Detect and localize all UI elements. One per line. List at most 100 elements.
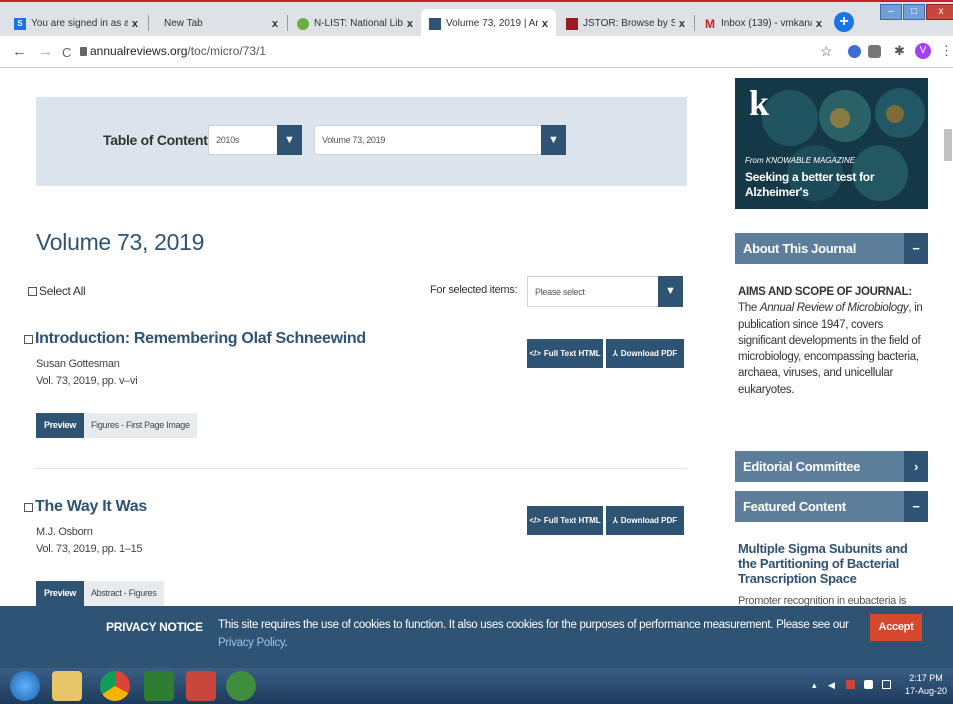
knowable-headline: Seeking a better test for Alzheimer's: [745, 170, 875, 199]
accept-cookies-button[interactable]: Accept: [870, 614, 922, 641]
checkbox-icon: [28, 287, 37, 296]
decade-select[interactable]: 2010s: [208, 125, 278, 155]
browser-tab-6[interactable]: M Inbox (139) - vmkanaba x: [696, 9, 830, 38]
article-checkbox[interactable]: [24, 335, 33, 344]
url-path: /toc/micro/73/1: [187, 44, 267, 58]
download-pdf-button[interactable]: ⅄ Download PDF: [606, 339, 684, 368]
privacy-text: This site requires the use of cookies to…: [218, 616, 858, 652]
collapse-minus-icon[interactable]: −: [904, 491, 928, 522]
privacy-period: .: [284, 637, 288, 649]
start-orb-icon[interactable]: [10, 671, 40, 701]
featured-title: Featured Content: [743, 499, 846, 514]
tab-separator: [694, 15, 695, 31]
reload-icon[interactable]: C: [62, 45, 71, 60]
tab-preview[interactable]: Preview: [36, 581, 84, 606]
decade-chevron-down-icon[interactable]: ▼: [277, 125, 302, 155]
annual-reviews-favicon-icon: [429, 17, 441, 30]
featured-content-header[interactable]: Featured Content −: [735, 491, 928, 522]
volume-chevron-down-icon[interactable]: ▼: [541, 125, 566, 155]
maximize-icon[interactable]: □: [903, 4, 925, 20]
about-journal-header[interactable]: About This Journal −: [735, 233, 928, 264]
download-label: Download PDF: [620, 516, 678, 525]
featured-article-link[interactable]: Multiple Sigma Subunits and the Partitio…: [738, 541, 923, 586]
system-clock[interactable]: 2:17 PM 17-Aug-20: [905, 672, 947, 698]
minimize-icon[interactable]: –: [880, 4, 902, 20]
tray-up-arrow-icon[interactable]: ▴: [812, 680, 821, 690]
chevron-right-icon[interactable]: ›: [904, 451, 928, 482]
new-tab-button[interactable]: +: [834, 12, 854, 32]
profile-avatar[interactable]: V: [915, 43, 931, 59]
browser-tab-1[interactable]: S You are signed in as abc x: [6, 9, 146, 38]
knowable-magazine-promo[interactable]: k From KNOWABLE MAGAZINE Seeking a bette…: [735, 78, 928, 209]
full-text-html-button[interactable]: </> Full Text HTML: [527, 506, 603, 535]
tab-title: Inbox (139) - vmkanaba: [721, 18, 812, 29]
browser-tab-strip: S You are signed in as abc x New Tab x N…: [0, 0, 953, 38]
network-icon[interactable]: [864, 680, 873, 689]
app-icon[interactable]: [226, 671, 256, 701]
browser-tab-2[interactable]: New Tab x: [150, 9, 286, 38]
gmail-favicon-icon: M: [705, 16, 715, 31]
full-text-html-button[interactable]: </> Full Text HTML: [527, 339, 603, 368]
tab-close-icon[interactable]: x: [272, 18, 278, 30]
nlist-favicon-icon: [297, 17, 309, 30]
close-window-icon[interactable]: x: [926, 4, 953, 20]
tab-close-icon[interactable]: x: [542, 18, 548, 30]
aims-label: AIMS AND SCOPE OF JOURNAL:: [738, 286, 912, 298]
forward-icon[interactable]: →: [38, 43, 53, 60]
privacy-policy-link[interactable]: Privacy Policy: [218, 637, 285, 649]
editorial-title: Editorial Committee: [743, 459, 861, 474]
tab-abstract-figures[interactable]: Abstract - Figures: [83, 581, 164, 606]
powerpoint-icon[interactable]: [186, 671, 216, 701]
article-author[interactable]: Susan Gottesman: [36, 358, 120, 370]
collapse-minus-icon[interactable]: −: [904, 233, 928, 264]
download-label: Download PDF: [620, 349, 678, 358]
knowable-source: From KNOWABLE MAGAZINE: [745, 156, 856, 165]
bookmark-star-icon[interactable]: ☆: [820, 43, 833, 60]
download-pdf-button[interactable]: ⅄ Download PDF: [606, 506, 684, 535]
tab-close-icon[interactable]: x: [132, 18, 138, 30]
window-controls: – □ x: [880, 4, 953, 20]
article-title-text[interactable]: Introduction: Remembering Olaf Schneewin…: [35, 330, 366, 347]
article-title[interactable]: The Way It Was: [24, 498, 147, 516]
url-domain: annualreviews.org: [90, 44, 188, 58]
volume-icon[interactable]: ◀: [828, 680, 837, 690]
select-all-checkbox[interactable]: Select All: [28, 284, 86, 298]
scrollbar-thumb[interactable]: [944, 129, 952, 161]
privacy-banner: PRIVACY NOTICE This site requires the us…: [0, 606, 953, 668]
please-select-dropdown[interactable]: Please select: [527, 276, 659, 307]
browser-tab-3[interactable]: N-LIST: National Library x: [289, 9, 421, 38]
file-explorer-icon[interactable]: [52, 671, 82, 701]
tab-figures[interactable]: Figures - First Page Image: [83, 413, 197, 438]
extension-circle-icon[interactable]: [848, 45, 861, 58]
clock-time: 2:17 PM: [909, 673, 943, 683]
tab-separator: [287, 15, 288, 31]
article-author[interactable]: M.J. Osborn: [36, 526, 93, 538]
tab-close-icon[interactable]: x: [679, 18, 685, 30]
article-checkbox[interactable]: [24, 503, 33, 512]
menu-dots-icon[interactable]: ⋮: [940, 43, 953, 59]
url-field[interactable]: annualreviews.org/toc/micro/73/1: [90, 44, 266, 58]
excel-icon[interactable]: [144, 671, 174, 701]
back-icon[interactable]: ←: [12, 43, 27, 60]
pdf-icon: ⅄: [612, 349, 618, 358]
extension-square-icon[interactable]: [868, 45, 881, 58]
please-select-chevron-down-icon[interactable]: ▼: [658, 276, 683, 307]
editorial-committee-header[interactable]: Editorial Committee ›: [735, 451, 928, 482]
notification-icon[interactable]: [882, 680, 891, 689]
pdf-icon: ⅄: [612, 516, 618, 525]
article-title[interactable]: Introduction: Remembering Olaf Schneewin…: [24, 330, 366, 348]
tab-title: JSTOR: Browse by Subje: [583, 18, 675, 29]
tray-app-icon[interactable]: [846, 680, 855, 689]
tab-close-icon[interactable]: x: [407, 18, 413, 30]
browser-tab-active[interactable]: Volume 73, 2019 | Annu x: [421, 9, 556, 38]
full-text-label: Full Text HTML: [543, 349, 601, 358]
toc-label: Table of Contents: [103, 132, 216, 148]
volume-select[interactable]: Volume 73, 2019: [314, 125, 542, 155]
extensions-puzzle-icon[interactable]: ✱: [894, 43, 905, 59]
tab-preview[interactable]: Preview: [36, 413, 84, 438]
tab-close-icon[interactable]: x: [816, 18, 822, 30]
browser-tab-5[interactable]: JSTOR: Browse by Subje x: [558, 9, 693, 38]
article-title-text[interactable]: The Way It Was: [35, 498, 147, 515]
code-icon: </>: [529, 516, 541, 525]
chrome-icon[interactable]: [100, 671, 130, 701]
